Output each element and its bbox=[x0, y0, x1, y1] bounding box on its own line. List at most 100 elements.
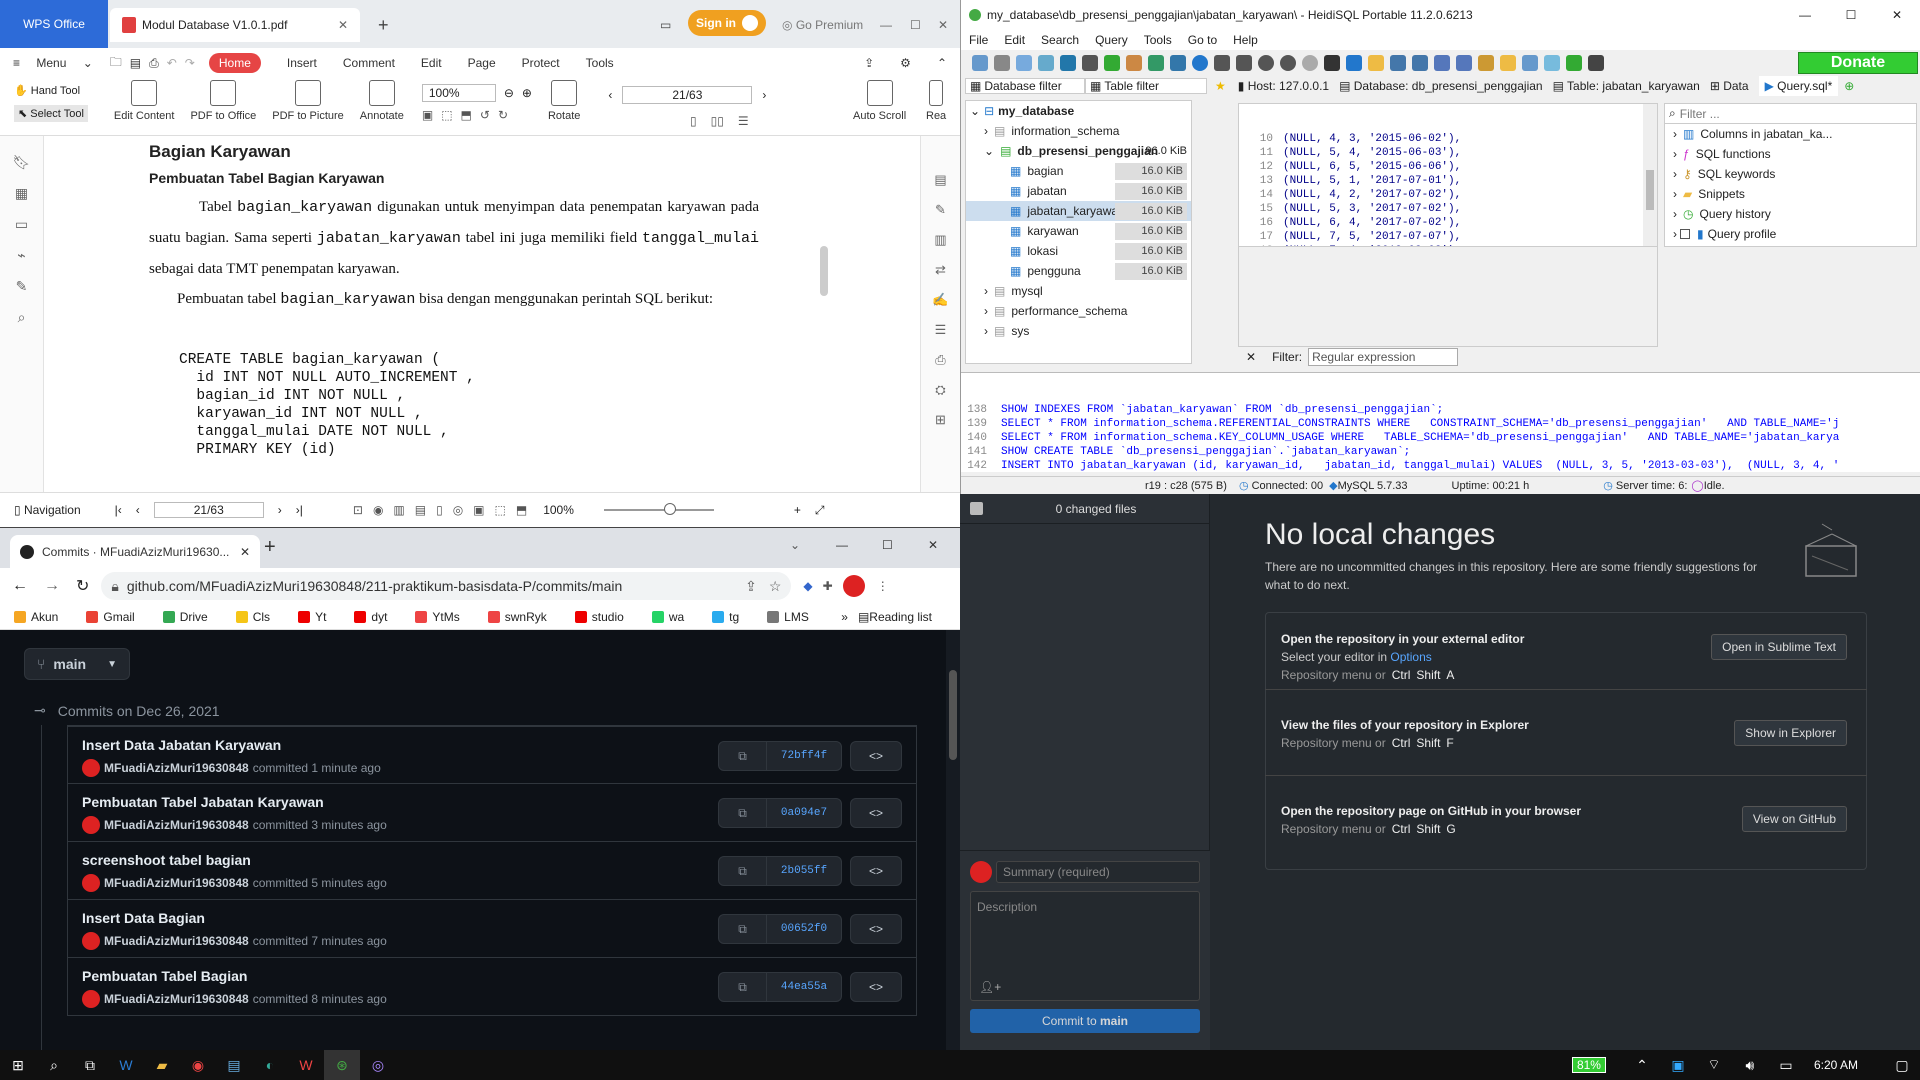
open-icon[interactable]: 🗀 bbox=[110, 53, 122, 74]
add-coauthor-icon[interactable]: 👤︎+ bbox=[979, 980, 1001, 994]
maximize-button[interactable]: ☐ bbox=[882, 538, 893, 552]
helper-functions[interactable]: › ƒ SQL functions bbox=[1665, 144, 1916, 164]
profile-avatar[interactable] bbox=[842, 575, 865, 597]
more-bookmarks-icon[interactable]: » bbox=[841, 610, 848, 624]
clock[interactable]: 6:20 AM bbox=[1814, 1058, 1858, 1072]
hand-tool-button[interactable]: ✋ Hand Tool bbox=[14, 84, 88, 97]
go-premium-button[interactable]: ◎ Go Premium bbox=[770, 8, 875, 42]
disconnect-icon[interactable] bbox=[994, 55, 1010, 71]
menu-edit[interactable]: Edit bbox=[1004, 33, 1025, 47]
tray-app-icon[interactable]: ▣ bbox=[1660, 1050, 1696, 1080]
tree-item-my-database[interactable]: ⌄ ⊟ my_database bbox=[966, 101, 1191, 121]
browse-code-icon[interactable]: <> bbox=[850, 914, 902, 944]
edge-icon[interactable]: ◐ bbox=[252, 1050, 288, 1080]
wps-icon[interactable]: W bbox=[288, 1050, 324, 1080]
page-scroll-thumb[interactable] bbox=[949, 670, 957, 760]
star-icon[interactable]: ★ bbox=[1215, 79, 1226, 93]
commit-sha[interactable]: 00652f0 bbox=[767, 915, 841, 943]
avatar[interactable] bbox=[82, 759, 100, 777]
wps-doc-tab[interactable]: Modul Database V1.0.1.pdf ✕ bbox=[110, 8, 360, 42]
next-icon[interactable]: › bbox=[278, 503, 282, 517]
zoom-in-icon[interactable]: ⊕ bbox=[522, 86, 532, 100]
wps-office-tab[interactable]: WPS Office bbox=[0, 0, 108, 48]
export-icon[interactable] bbox=[1148, 55, 1164, 71]
browse-code-icon[interactable]: <> bbox=[850, 856, 902, 886]
word-icon[interactable]: W bbox=[108, 1050, 144, 1080]
tab-home[interactable]: Home bbox=[208, 53, 261, 73]
prev-page-icon[interactable]: ‹ bbox=[608, 88, 612, 102]
print-icon[interactable] bbox=[1082, 55, 1098, 71]
undo-icon[interactable]: ↶ bbox=[167, 56, 177, 70]
rotate-right-icon[interactable]: ↻ bbox=[498, 108, 508, 122]
paste-icon[interactable] bbox=[1038, 55, 1054, 71]
check-icon[interactable] bbox=[1302, 55, 1318, 71]
undo-icon[interactable] bbox=[1060, 55, 1076, 71]
menu-query[interactable]: Query bbox=[1095, 33, 1128, 47]
add-icon[interactable] bbox=[1258, 55, 1274, 71]
commit-sha[interactable]: 2b055ff bbox=[767, 857, 841, 885]
reload-icon[interactable]: ↻ bbox=[76, 576, 89, 596]
minimize-button[interactable]: — bbox=[1782, 8, 1828, 22]
commit-sha[interactable]: 72bff4f bbox=[767, 742, 841, 770]
bookmark-ytms[interactable]: YtMs bbox=[415, 610, 473, 624]
filter-input[interactable]: Regular expression bbox=[1308, 348, 1459, 366]
editor-scrollbar[interactable] bbox=[1643, 104, 1657, 246]
search-icon[interactable] bbox=[1434, 55, 1450, 71]
branch-select[interactable]: ⑂ main ▼ bbox=[24, 648, 130, 680]
edit-content-button[interactable]: Edit Content bbox=[114, 80, 174, 122]
single-page-icon[interactable]: ▯ bbox=[690, 114, 697, 128]
database-tab[interactable]: ▤ Database: db_presensi_penggajian bbox=[1339, 79, 1542, 93]
two-page-icon[interactable]: ▯▯ bbox=[711, 114, 724, 128]
commit-author[interactable]: MFuadiAzizMuri19630848 bbox=[104, 761, 249, 775]
start-button[interactable]: ⊞ bbox=[0, 1050, 36, 1080]
tree-item-jabatan[interactable]: ▦ jabatan 16.0 KiB bbox=[966, 181, 1191, 201]
explorer-icon[interactable]: ▰ bbox=[144, 1050, 180, 1080]
address-bar[interactable]: 🔒︎ github.com/MFuadiAzizMuri19630848/211… bbox=[101, 572, 792, 600]
commit-author[interactable]: MFuadiAzizMuri19630848 bbox=[104, 818, 249, 832]
tree-item-mysql[interactable]: › ▤ mysql bbox=[966, 281, 1191, 301]
card-action-button[interactable]: Show in Explorer bbox=[1734, 720, 1847, 746]
tree-item-pengguna[interactable]: ▦ pengguna 16.0 KiB bbox=[966, 261, 1191, 281]
status-page-input[interactable]: 21/63 bbox=[153, 502, 264, 518]
transfer-icon[interactable] bbox=[1170, 55, 1186, 71]
bookmark-swnryk[interactable]: swnRyk bbox=[487, 610, 561, 624]
pdf-to-picture-button[interactable]: PDF to Picture bbox=[272, 80, 344, 122]
browse-code-icon[interactable]: <> bbox=[850, 972, 902, 1002]
chrome-icon[interactable]: ◉ bbox=[180, 1050, 216, 1080]
new-query-icon[interactable]: ⊕ bbox=[1844, 79, 1854, 93]
zoom-plus-icon[interactable]: + bbox=[794, 503, 801, 517]
tab-tools[interactable]: Tools bbox=[586, 56, 614, 70]
kebab-menu-icon[interactable]: ⋮ bbox=[877, 579, 889, 593]
star-icon[interactable]: ☆ bbox=[769, 578, 782, 595]
reading-list-button[interactable]: ▤ Reading list bbox=[858, 610, 946, 624]
wifi-icon[interactable]: ⌔ bbox=[1696, 1050, 1732, 1080]
annotate-button[interactable]: Annotate bbox=[360, 80, 404, 122]
users-icon[interactable] bbox=[1126, 55, 1142, 71]
copy-icon[interactable] bbox=[1016, 55, 1032, 71]
minimize-button[interactable]: — bbox=[836, 538, 848, 552]
zoom-slider-thumb[interactable] bbox=[663, 503, 676, 515]
tree-item-bagian[interactable]: ▦ bagian 16.0 KiB bbox=[966, 161, 1191, 181]
new-tab-button[interactable]: + bbox=[264, 536, 276, 559]
tool2-icon[interactable]: ⛭ bbox=[935, 382, 945, 398]
avatar[interactable] bbox=[82, 932, 100, 950]
avatar[interactable] bbox=[82, 990, 100, 1008]
tab-page[interactable]: Page bbox=[468, 56, 496, 70]
wrap-icon[interactable] bbox=[1544, 55, 1560, 71]
helper-profile[interactable]: › ▮ Query profile bbox=[1665, 224, 1916, 244]
extension-icon[interactable]: ◆ bbox=[803, 579, 812, 593]
crop-icon[interactable]: ⬒ bbox=[461, 108, 472, 122]
refresh-icon[interactable] bbox=[1104, 55, 1120, 71]
back-icon[interactable]: ← bbox=[12, 577, 28, 595]
zoom-slider[interactable] bbox=[603, 503, 714, 515]
auto-scroll-button[interactable]: Auto Scroll bbox=[853, 80, 906, 122]
task-view-icon[interactable]: ⧉ bbox=[72, 1050, 108, 1080]
format-icon[interactable] bbox=[1478, 55, 1494, 71]
close-window-button[interactable]: ✕ bbox=[928, 538, 938, 552]
binary-icon[interactable] bbox=[1522, 55, 1538, 71]
navigation-button[interactable]: ▯ Navigation bbox=[14, 503, 81, 517]
commit-button[interactable]: Commit to main bbox=[970, 1009, 1200, 1033]
editor-scroll-thumb[interactable] bbox=[1646, 170, 1654, 210]
avatar[interactable] bbox=[82, 816, 100, 834]
commit-author[interactable]: MFuadiAzizMuri19630848 bbox=[104, 992, 249, 1006]
